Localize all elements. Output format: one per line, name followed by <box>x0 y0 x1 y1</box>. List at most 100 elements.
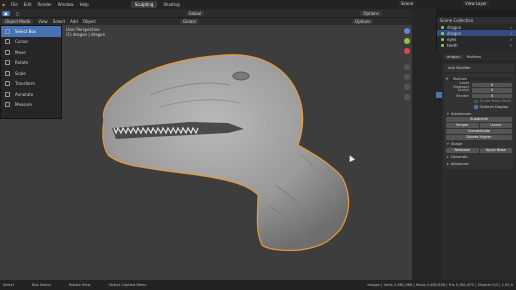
linear-button[interactable]: Linear <box>479 122 512 128</box>
properties-header: dragon Multires <box>442 52 516 62</box>
visibility-icon[interactable]: ✓ <box>510 43 513 48</box>
field-value[interactable]: 4 <box>472 82 512 87</box>
tool-rotate[interactable]: Rotate <box>1 58 61 69</box>
outliner-row[interactable]: teeth ✓ <box>437 42 516 48</box>
mode-toggle-icon[interactable]: ▢ <box>16 11 20 16</box>
field-value[interactable]: 4 <box>472 88 512 93</box>
tool-transform[interactable]: Transform <box>1 79 61 90</box>
unsubdivide-button[interactable]: Unsubdivide <box>446 128 512 134</box>
level-viewport-field[interactable]: Level Viewport 4 <box>446 81 512 89</box>
annotate-icon <box>5 91 10 97</box>
apply-base-button[interactable]: Apply Base <box>479 147 512 153</box>
optimal-display-checkbox[interactable]: Optimal Display <box>446 104 512 110</box>
object-name-field[interactable]: dragon <box>444 54 463 59</box>
orientation-dropdown[interactable]: Global <box>180 19 199 24</box>
field-value[interactable]: 4 <box>472 93 512 98</box>
visibility-icon[interactable]: ✓ <box>510 31 513 36</box>
viewport-info: User Perspective (1) dragon | dragon <box>66 27 105 37</box>
tool-label: Annotate <box>15 91 34 97</box>
tool-cursor[interactable]: Cursor <box>1 37 61 48</box>
menu-window[interactable]: Window <box>58 2 74 7</box>
visibility-icon[interactable]: ✓ <box>510 37 513 42</box>
object-icon <box>441 43 444 47</box>
grid-icon[interactable] <box>404 94 410 100</box>
simple-button[interactable]: Simple <box>446 122 479 128</box>
tool-move[interactable]: Move <box>1 47 61 58</box>
advanced-section[interactable]: ▸ Advanced <box>446 161 512 167</box>
select-mode-icon[interactable]: ▣ <box>2 10 10 16</box>
delete-higher-button[interactable]: Delete Higher <box>446 134 512 140</box>
section-label: Shape <box>450 141 463 146</box>
transform-icon <box>5 81 10 87</box>
section-label: Advanced <box>450 161 469 166</box>
tool-header: ▣ ▢ Global Options <box>0 9 412 17</box>
properties-panel: dragon Multires Add Modifier ▾ Multires … <box>442 52 516 280</box>
expand-icon: ▾ <box>447 141 449 146</box>
menu-select[interactable]: Select <box>53 19 65 24</box>
modifier-name-tab: Multires <box>466 54 481 59</box>
visibility-icon[interactable]: ✓ <box>510 25 513 30</box>
tool-label: Measure <box>15 102 32 108</box>
object-mode-dropdown[interactable]: Object Mode <box>2 19 34 24</box>
scale-icon <box>5 70 10 76</box>
scene-field[interactable]: Scene <box>398 1 417 6</box>
tool-label: Cursor <box>15 39 29 45</box>
viewport-sidebar-region <box>412 9 436 280</box>
transform-orientation[interactable]: Global <box>185 10 205 16</box>
tab-sculpting[interactable]: Sculpting <box>130 1 158 8</box>
tool-options[interactable]: Options <box>360 10 382 16</box>
pan-icon[interactable] <box>404 74 410 80</box>
axis-z-icon[interactable] <box>404 28 410 34</box>
shape-section[interactable]: ▾ Shape <box>446 141 512 147</box>
tool-measure[interactable]: Measure <box>1 100 61 111</box>
outliner-label: teeth <box>447 42 458 48</box>
menu-file[interactable]: File <box>11 2 18 7</box>
options-dropdown[interactable]: Options <box>352 19 374 24</box>
select-box-icon <box>5 28 10 34</box>
menu-edit[interactable]: Edit <box>24 2 32 7</box>
collapsed-icon: ▸ <box>447 161 449 166</box>
tool-scale[interactable]: Scale <box>1 68 61 79</box>
measure-icon <box>5 102 10 108</box>
add-modifier-button[interactable]: Add Modifier <box>444 64 514 72</box>
tool-select-box[interactable]: Select Box <box>1 26 61 37</box>
move-icon <box>5 49 10 55</box>
axis-y-icon[interactable] <box>404 38 410 44</box>
tool-annotate[interactable]: Annotate <box>1 89 61 100</box>
blender-logo-icon[interactable]: ◆ <box>2 2 5 7</box>
menu-object[interactable]: Object <box>83 19 96 24</box>
collapsed-icon: ▸ <box>447 154 449 159</box>
status-rotate-view: Rotate View <box>69 283 91 287</box>
generate-section[interactable]: ▸ Generate <box>446 154 512 160</box>
sculpt-level-field[interactable]: Sculpt 4 <box>446 88 512 94</box>
navigation-gizmo <box>402 26 412 176</box>
camera-icon[interactable] <box>404 84 410 90</box>
section-label: Subdivision <box>450 111 472 116</box>
tool-label: Select Box <box>15 28 37 34</box>
tool-menu: Select Box Cursor Move Rotate Scale Tran… <box>0 25 62 119</box>
checkbox-icon <box>474 105 478 109</box>
expand-icon: ▾ <box>447 111 449 116</box>
checkbox-icon <box>474 99 478 103</box>
cursor-icon <box>5 39 10 45</box>
subdivide-button[interactable]: Subdivide <box>446 116 512 122</box>
view-layer-field[interactable]: View Layer <box>462 1 490 6</box>
tab-shading[interactable]: Shading <box>159 1 183 8</box>
button-row: Simple Linear <box>446 122 512 128</box>
menu-view[interactable]: View <box>38 19 48 24</box>
reshape-button[interactable]: Reshape <box>446 147 479 153</box>
status-box-select: Box Select <box>32 283 52 287</box>
object-icon <box>441 25 444 29</box>
menu-add[interactable]: Add <box>70 19 78 24</box>
render-level-field[interactable]: Render 4 <box>446 93 512 99</box>
menu-help[interactable]: Help <box>80 2 89 7</box>
zoom-icon[interactable] <box>404 64 410 70</box>
checkbox-label: Sculpt Base Mesh <box>479 99 512 104</box>
outliner-header: Scene Collection <box>437 17 516 24</box>
view-layer-selector[interactable]: View Layer <box>462 1 490 6</box>
scene-selector[interactable]: Scene <box>398 1 417 6</box>
subdivision-section[interactable]: ▾ Subdivision <box>446 111 512 117</box>
menu-render[interactable]: Render <box>38 2 52 7</box>
checkbox-label: Optimal Display <box>479 104 509 109</box>
axis-x-icon[interactable] <box>404 48 410 54</box>
